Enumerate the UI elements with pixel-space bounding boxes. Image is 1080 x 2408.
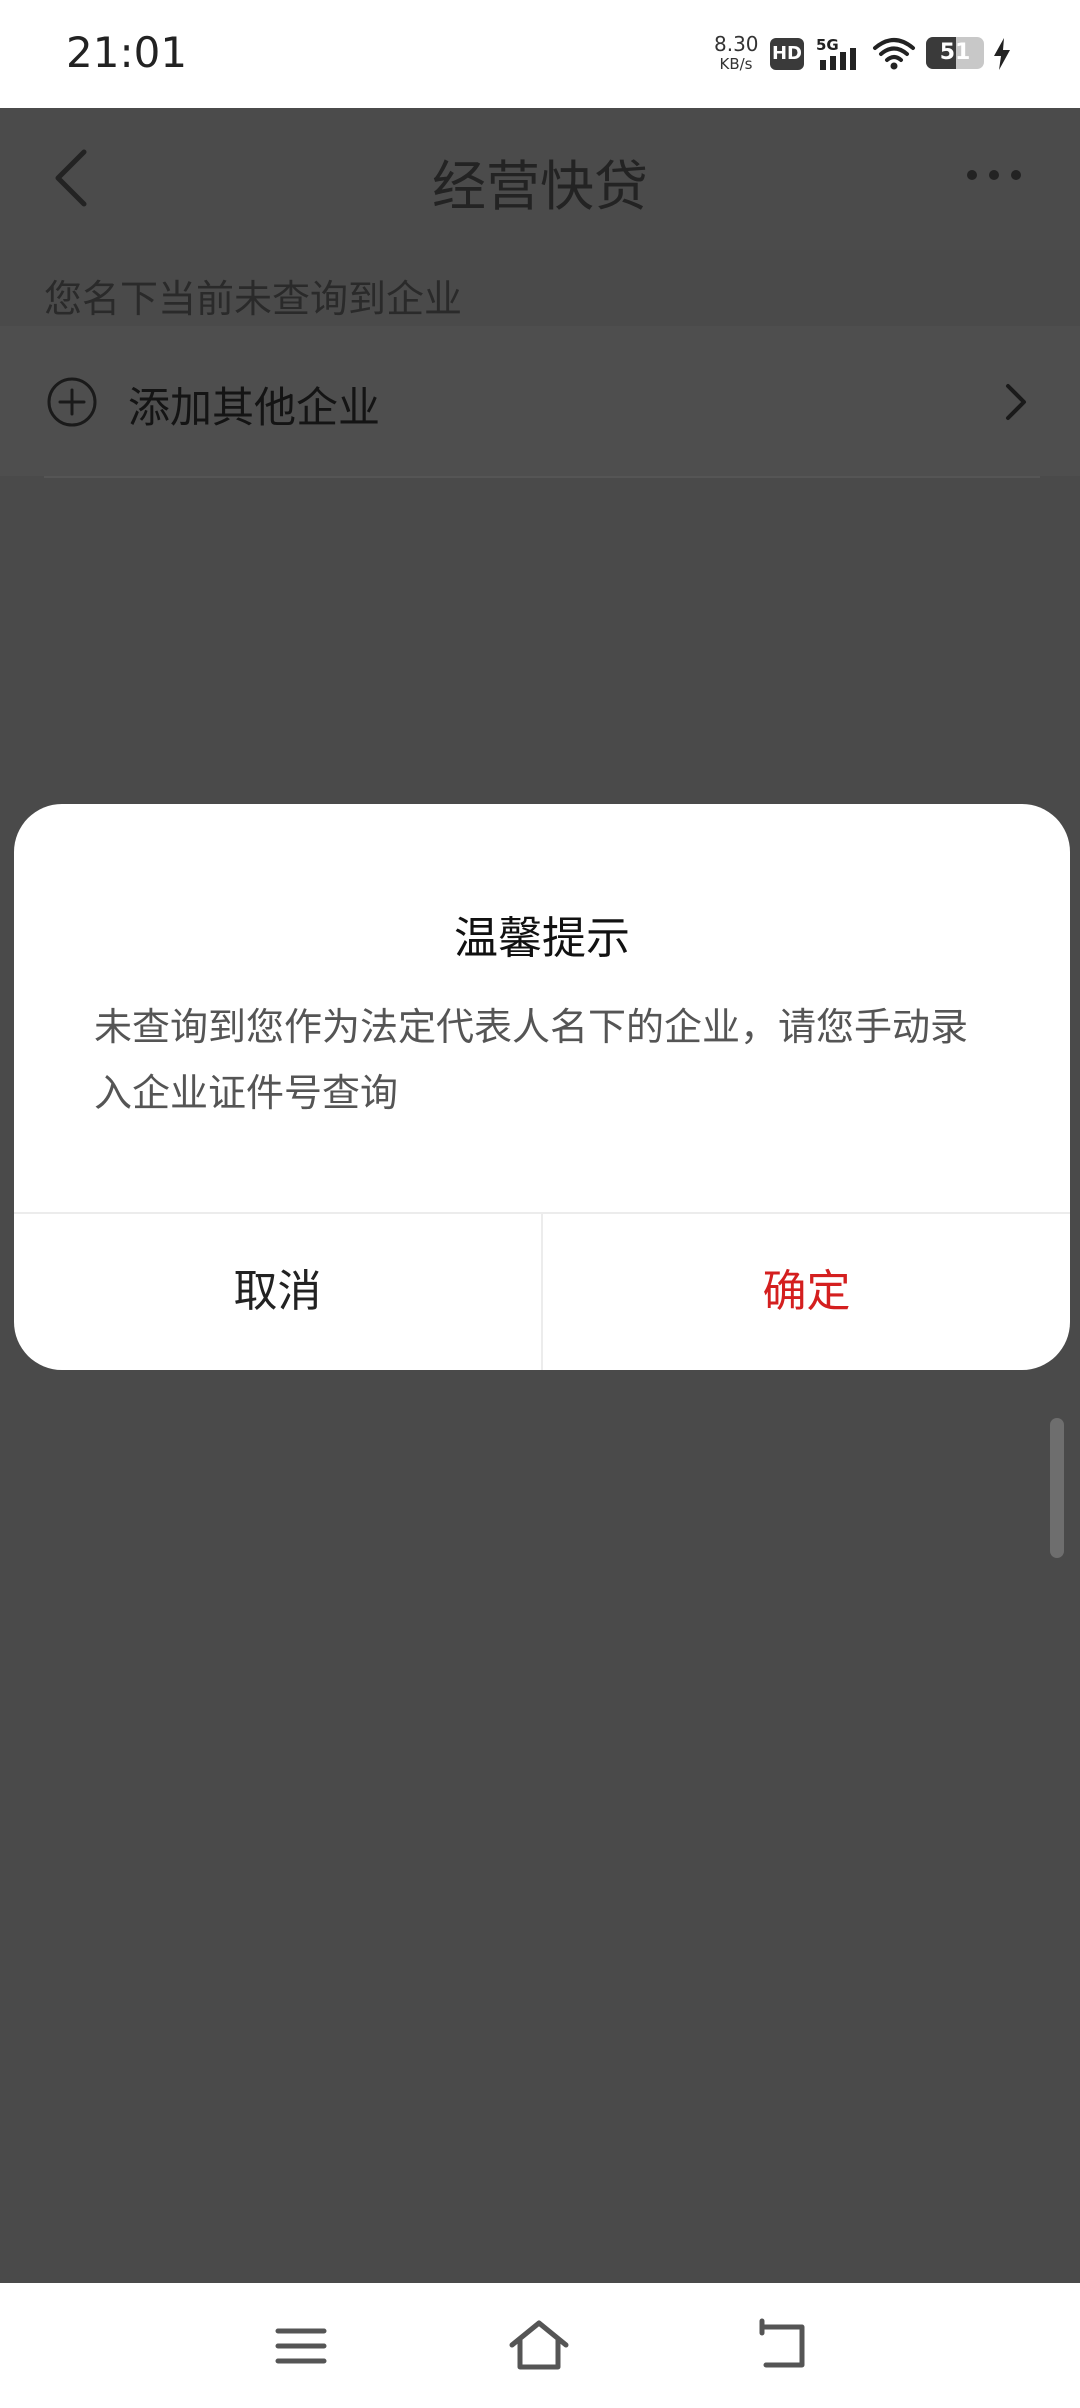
system-nav-bar — [0, 2283, 1080, 2408]
hd-icon: HD — [770, 38, 804, 70]
charging-icon — [992, 38, 1012, 70]
network-speed: 8.30 KB/s — [714, 32, 759, 74]
status-time: 21:01 — [66, 28, 188, 77]
no-company-hint: 您名下当前未查询到企业 — [44, 277, 463, 321]
back-icon — [759, 2318, 805, 2368]
system-back-button[interactable] — [748, 2313, 814, 2379]
nav-bar: 经营快贷 — [0, 108, 1080, 250]
wifi-icon — [872, 36, 916, 70]
status-bar: 21:01 8.30 KB/s HD 5G 51 — [0, 0, 1080, 108]
scrollbar-thumb[interactable] — [1050, 1418, 1064, 1558]
row-divider — [44, 476, 1040, 478]
confirm-button[interactable]: 确定 — [543, 1214, 1070, 1370]
chevron-right-icon — [1000, 380, 1030, 424]
dialog-title: 温馨提示 — [454, 913, 630, 964]
more-dots-icon — [967, 170, 1021, 180]
dialog-message: 未查询到您作为法定代表人名下的企业，请您手动录入企业证件号查询 — [94, 1005, 969, 1115]
add-company-label: 添加其他企业 — [128, 383, 381, 432]
cancel-button[interactable]: 取消 — [14, 1214, 541, 1370]
system-menu-button[interactable] — [268, 2313, 334, 2379]
battery-level: 51 — [939, 40, 971, 65]
add-circle-icon — [46, 376, 98, 428]
home-icon — [509, 2320, 569, 2370]
cellular-signal-icon: 5G — [816, 36, 864, 72]
system-home-button[interactable] — [506, 2313, 572, 2379]
add-company-row[interactable]: 添加其他企业 — [0, 326, 1080, 476]
battery-icon: 51 — [926, 37, 984, 69]
alert-dialog: 温馨提示 未查询到您作为法定代表人名下的企业，请您手动录入企业证件号查询 取消 … — [14, 804, 1070, 1370]
page-title: 经营快贷 — [432, 155, 648, 218]
network-speed-unit: KB/s — [719, 55, 753, 73]
network-speed-value: 8.30 — [714, 32, 759, 56]
more-button[interactable] — [964, 160, 1024, 190]
menu-icon — [275, 2328, 327, 2364]
